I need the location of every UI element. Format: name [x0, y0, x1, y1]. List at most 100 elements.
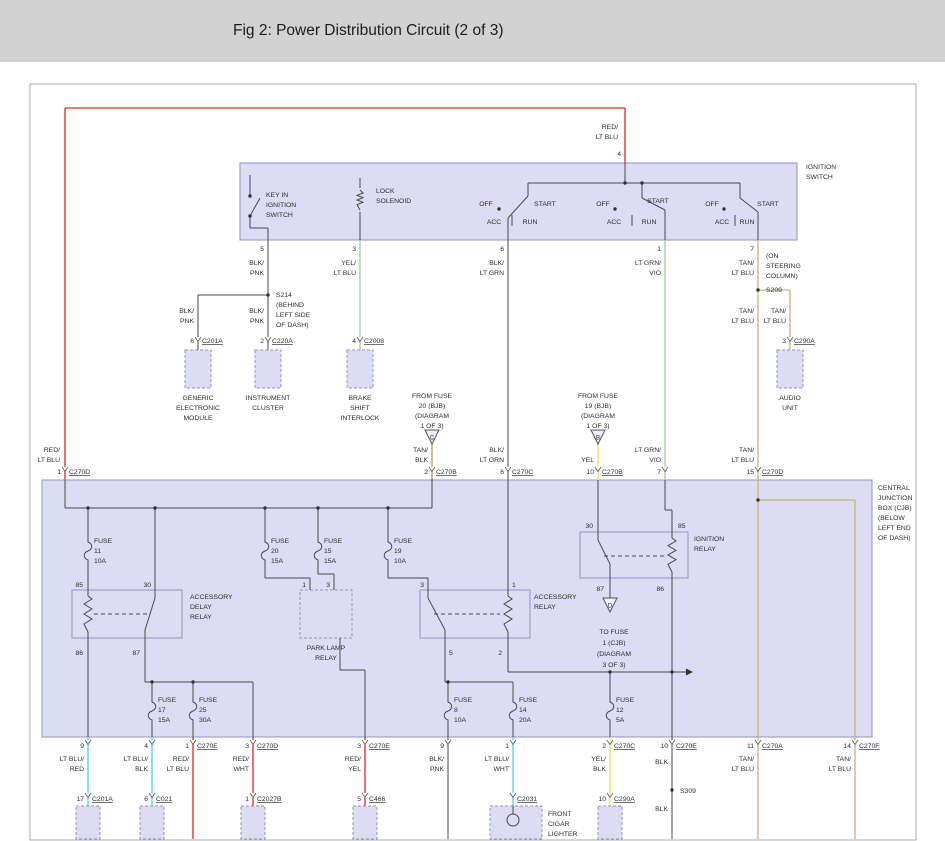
connector-link[interactable]: C201A [202, 338, 223, 345]
diagram-label: TAN/ [739, 447, 754, 454]
diagram-label: START [647, 198, 669, 205]
diagram-label: ACC [715, 219, 729, 226]
diagram-label: CENTRAL [878, 485, 910, 492]
connector-link[interactable]: C270E [369, 743, 390, 750]
diagram-label: S309 [680, 788, 696, 795]
diagram-label: (DIAGRAM [581, 413, 615, 420]
diagram-label: 20A [519, 717, 532, 724]
diagram-label: LT BLU [732, 766, 755, 773]
connector-link[interactable]: C270B [602, 469, 623, 476]
wiring-diagram: CBDRED/LT BLU4IGNITIONSWITCHKEY INIGNITI… [0, 0, 945, 841]
connector-link[interactable]: C270F [859, 743, 879, 750]
diagram-label: LOCK [376, 188, 395, 195]
diagram-label: FUSE [454, 697, 473, 704]
diagram-label: 30A [199, 717, 212, 724]
diagram-label: 1 [245, 796, 249, 803]
diagram-label: 3 [326, 582, 330, 589]
circuit-reference-letter: B [596, 436, 600, 442]
diagram-label: 12 [616, 707, 624, 714]
connector-link[interactable]: C270C [512, 469, 533, 476]
diagram-label: IGNITION [266, 202, 296, 209]
junction-dot [248, 194, 251, 197]
diagram-label: BOX (CJB) [878, 505, 912, 512]
diagram-label: RED/ [233, 756, 249, 763]
diagram-label: RED/ [602, 124, 618, 131]
diagram-label: RELAY [190, 614, 212, 621]
diagram-label: BLK [655, 759, 668, 766]
connector-link[interactable]: C270E [197, 743, 218, 750]
diagram-label: 9 [80, 743, 84, 750]
junction-dot [386, 506, 389, 509]
connector-link[interactable]: C021 [156, 796, 172, 803]
diagram-label: 2 [602, 743, 606, 750]
connector-link[interactable]: C2008 [364, 338, 384, 345]
diagram-label: 1 (CJB) [602, 640, 625, 647]
diagram-label: 3 [357, 743, 361, 750]
diagram-label: TAN/ [771, 308, 786, 315]
connector-link[interactable]: C466 [369, 796, 385, 803]
diagram-label: 1 [185, 743, 189, 750]
diagram-label: OFF [479, 201, 493, 208]
diagram-label: TAN/ [836, 756, 851, 763]
diagram-label: MODULE [183, 415, 213, 422]
junction-dot [756, 498, 759, 501]
connector-link[interactable]: C270D [69, 469, 90, 476]
diagram-label: S214 [276, 292, 292, 299]
diagram-label: RELAY [694, 546, 716, 553]
diagram-label: LT BLU [764, 318, 787, 325]
diagram-label: FUSE [271, 538, 290, 545]
diagram-label: OF DASH) [276, 322, 308, 329]
diagram-label: SWITCH [806, 174, 833, 181]
diagram-label: ACCESSORY [534, 594, 577, 601]
diagram-label: YEL [348, 766, 361, 773]
diagram-label: LEFT SIDE [276, 312, 311, 319]
brake-shift-interlock-box [347, 350, 373, 388]
connector-link[interactable]: C270B [436, 469, 457, 476]
connector-link[interactable]: C290A [794, 338, 815, 345]
diagram-label: FROM FUSE [578, 393, 618, 400]
diagram-label: LT BLU [732, 270, 755, 277]
diagram-label: 4 [144, 743, 148, 750]
diagram-label: FUSE [158, 697, 177, 704]
connector-link[interactable]: C201A [92, 796, 113, 803]
diagram-label: IGNITION [806, 164, 836, 171]
diagram-label: PNK [430, 766, 444, 773]
diagram-label: 1 [57, 469, 61, 476]
diagram-label: 6 [500, 246, 504, 253]
connector-link[interactable]: C270D [762, 469, 783, 476]
connector-link[interactable]: C220A [272, 338, 293, 345]
diagram-label: 8 [454, 707, 458, 714]
diagram-label: FUSE [199, 697, 218, 704]
diagram-label: YEL/ [591, 756, 606, 763]
diagram-label: BLK/ [179, 308, 194, 315]
diagram-label: PNK [180, 318, 194, 325]
diagram-label: 15 [746, 469, 754, 476]
diagram-label: LT BLU [732, 457, 755, 464]
diagram-label: RED [70, 766, 84, 773]
connector-link[interactable]: C270D [257, 743, 278, 750]
connector-link[interactable]: C2031 [517, 796, 537, 803]
diagram-label: 11 [94, 548, 101, 555]
diagram-label: GENERIC [183, 395, 214, 402]
connector-link[interactable]: C270E [676, 743, 697, 750]
diagram-label: BLK/ [489, 260, 504, 267]
junction-dot [640, 181, 643, 184]
diagram-label: ELECTRONIC [176, 405, 220, 412]
diagram-label: RED/ [44, 447, 60, 454]
diagram-label: (ON [766, 253, 779, 260]
diagram-label: JUNCTION [878, 495, 912, 502]
diagram-label: 4 [352, 338, 356, 345]
connector-link[interactable]: C270A [762, 743, 783, 750]
diagram-label: 2 [498, 650, 502, 657]
connector-link[interactable]: C270C [614, 743, 635, 750]
diagram-label: 10A [394, 558, 407, 565]
connector-link[interactable]: C2027B [257, 796, 282, 803]
connector-link[interactable]: C290A [614, 796, 635, 803]
junction-dot [263, 506, 266, 509]
diagram-label: 14 [843, 743, 851, 750]
circuit-reference-letter: C [430, 436, 435, 442]
component-box [76, 806, 100, 839]
diagram-label: (BELOW [878, 515, 905, 522]
diagram-label: LT GRN/ [635, 447, 661, 454]
junction-dot [756, 288, 759, 291]
